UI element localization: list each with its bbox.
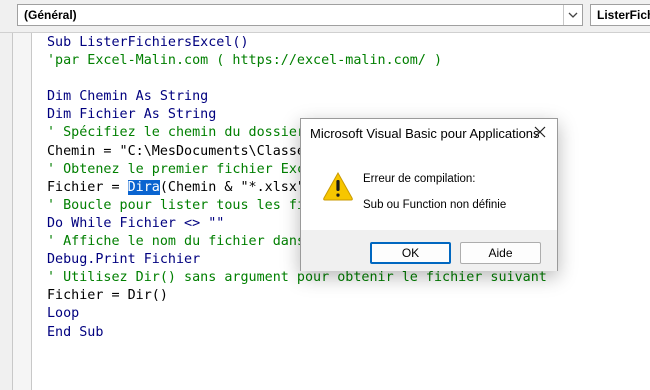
ok-button[interactable]: OK — [370, 242, 451, 264]
code-line[interactable]: 'par Excel-Malin.com ( https://excel-mal… — [47, 52, 547, 70]
code-line[interactable] — [47, 70, 547, 88]
warning-icon — [322, 171, 354, 201]
code-token: ' Spécifiez le chemin du dossier — [47, 125, 305, 141]
code-line[interactable]: Sub ListerFichiersExcel() — [47, 34, 547, 52]
code-token: Do While Fichier <> "" — [47, 215, 225, 231]
code-token: ' Affiche le nom du fichier dans — [47, 234, 305, 250]
dialog-footer: OK Aide — [301, 230, 557, 271]
code-token: Debug.Print Fichier — [47, 252, 201, 268]
code-token: (Chemin & "*.xlsx" — [159, 179, 305, 195]
left-strip — [0, 33, 13, 390]
close-icon[interactable] — [531, 123, 549, 141]
code-token: ' Obtenez le premier fichier Exc — [47, 161, 305, 177]
code-token: ' Boucle pour lister tous les fi — [47, 197, 305, 213]
procedure-combo[interactable]: ListerFichiersExcel — [590, 4, 650, 26]
object-combo[interactable]: (Général) — [17, 4, 583, 26]
code-line[interactable]: Dim Chemin As String — [47, 88, 547, 106]
code-line[interactable]: Loop — [47, 305, 547, 323]
code-token: Sub ListerFichiersExcel() — [47, 35, 249, 50]
code-token: Fichier = Dir() — [47, 288, 168, 304]
error-dialog: Microsoft Visual Basic pour Applications… — [300, 118, 558, 271]
code-token: ' Utilisez Dir() sans argument pour obte… — [47, 270, 547, 286]
dialog-title: Microsoft Visual Basic pour Applications — [310, 126, 540, 141]
error-message-heading: Erreur de compilation: — [363, 173, 476, 185]
code-line[interactable]: ' Utilisez Dir() sans argument pour obte… — [47, 269, 547, 287]
code-token: Fichier = — [47, 179, 128, 195]
code-token: Loop — [47, 306, 80, 322]
selected-token: Dira — [127, 179, 160, 195]
code-token: Chemin = "C:\MesDocuments\Classe — [47, 143, 305, 159]
code-token: Dim Chemin As String — [47, 89, 209, 105]
help-button[interactable]: Aide — [460, 242, 541, 264]
object-combo-value: (Général) — [24, 8, 77, 22]
code-line[interactable]: Fichier = Dir() — [47, 287, 547, 305]
code-token: End Sub — [47, 324, 104, 340]
procedure-combo-value: ListerFichiersExcel — [597, 8, 650, 22]
code-token: 'par Excel-Malin.com ( https://excel-mal… — [47, 53, 443, 69]
chevron-down-icon[interactable] — [563, 5, 582, 25]
code-window-toolbar: (Général) ListerFichiersExcel — [0, 0, 650, 33]
code-token: Dim Fichier As String — [47, 107, 217, 123]
code-line[interactable]: End Sub — [47, 324, 547, 342]
error-message-detail: Sub ou Function non définie — [363, 199, 507, 211]
margin-indicator-bar[interactable] — [13, 33, 32, 390]
